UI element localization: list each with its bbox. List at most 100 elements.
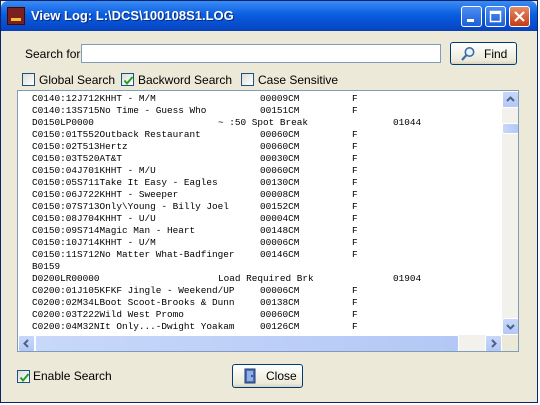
log-row-length: 00060CM (260, 309, 300, 320)
log-row-entry: D0200LR00000 (32, 273, 100, 284)
chevron-left-icon (23, 339, 29, 348)
chevron-down-icon (506, 324, 515, 330)
global-search-checkbox[interactable] (22, 73, 35, 86)
log-row-length: 00130CM (260, 177, 300, 188)
log-row-flag: F (352, 165, 358, 176)
log-row-flag: F (352, 177, 358, 188)
log-row-flag: F (352, 129, 358, 140)
log-row-flag: F (352, 153, 358, 164)
scroll-right-button[interactable] (485, 335, 502, 351)
log-row-entry: C0140:13S715No Time - Guess Who (32, 105, 207, 116)
search-label: Search for: (25, 47, 84, 61)
log-row-flag: F (352, 189, 358, 200)
log-row-entry: C0200:03T222Wild West Promo (32, 309, 184, 320)
log-row-entry: C0150:01T552Outback Restaurant (32, 129, 201, 140)
log-row-flag: F (352, 201, 358, 212)
window-title: View Log: L:\DCS\100108S1.LOG (31, 8, 234, 23)
scroll-down-button[interactable] (502, 318, 518, 335)
log-row-length: 00151CM (260, 105, 300, 116)
log-row-entry: C0150:07S713Only\Young - Billy Joel (32, 201, 229, 212)
horizontal-scroll-thumb[interactable] (35, 335, 459, 351)
log-list[interactable]: C0140:12J712KHHT - M/M 00009CM F C0140:13S7… (17, 90, 519, 352)
log-row-entry: D0150LP0000 (32, 117, 94, 128)
log-row-flag: F (352, 141, 358, 152)
log-row-entry: C0150:05S711Take It Easy - Eagles (32, 177, 218, 188)
global-search-label: Global Search (39, 73, 116, 87)
enable-search-label: Enable Search (33, 369, 112, 383)
log-row-entry: C0150:08J704KHHT - U/U (32, 213, 156, 224)
checkmark-icon (19, 373, 30, 383)
scroll-up-button[interactable] (502, 91, 518, 108)
log-row-extra: 01904 (393, 273, 422, 284)
log-row-length: 00030CM (260, 153, 300, 164)
log-row-length: ~ :50 Spot Break (218, 117, 309, 128)
log-row-length: 00152CM (260, 201, 300, 212)
find-button-label: Find (484, 47, 508, 61)
vertical-scroll-thumb[interactable] (502, 123, 518, 134)
close-window-button[interactable] (509, 6, 530, 27)
magnifier-icon (461, 47, 475, 61)
log-row-flag: F (352, 249, 358, 260)
horizontal-scrollbar[interactable] (18, 335, 502, 351)
title-bar[interactable]: View Log: L:\DCS\100108S1.LOG (1, 1, 537, 31)
log-row-length: 00148CM (260, 225, 300, 236)
log-row-flag: F (352, 225, 358, 236)
maximize-button[interactable] (485, 6, 506, 27)
log-row-length: Load Required Brk (218, 273, 314, 284)
log-row-entry: C0150:11S712No Matter What-Badfinger (32, 249, 235, 260)
log-row-flag: F (352, 105, 358, 116)
log-row-entry: C0150:06J722KHHT - Sweeper (32, 189, 179, 200)
minimize-button[interactable] (461, 6, 482, 27)
door-icon (244, 368, 256, 384)
enable-search-checkbox[interactable] (17, 370, 30, 383)
minimize-icon (467, 19, 474, 22)
log-row-flag: F (352, 297, 358, 308)
log-row-length: 00060CM (260, 141, 300, 152)
log-row-entry: C0150:02T513Hertz (32, 141, 128, 152)
app-icon (7, 7, 25, 25)
close-button-label: Close (266, 369, 297, 383)
case-sensitive-checkbox[interactable] (241, 73, 254, 86)
backword-search-checkbox[interactable] (121, 73, 134, 86)
log-row-flag: F (352, 237, 358, 248)
log-row-flag: F (352, 93, 358, 104)
view-log-window: View Log: L:\DCS\100108S1.LOG Search for… (0, 0, 538, 403)
log-row-entry: C0200:02M34LBoot Scoot-Brooks & Dunn (32, 297, 235, 308)
log-row-entry: C0200:04M32NIt Only...-Dwight Yoakam (32, 321, 235, 332)
log-row-flag: F (352, 321, 358, 332)
log-row-length: 00009CM (260, 93, 300, 104)
scroll-left-button[interactable] (18, 335, 35, 351)
log-row-length: 00126CM (260, 321, 300, 332)
chevron-right-icon (491, 339, 497, 348)
log-row-flag: F (352, 309, 358, 320)
log-row-extra: 01044 (393, 117, 422, 128)
log-row-entry: C0140:12J712KHHT - M/M (32, 93, 156, 104)
maximize-icon (489, 10, 502, 23)
log-row-entry: C0150:04J701KHHT - M/U (32, 165, 156, 176)
log-row-length: 00060CM (260, 165, 300, 176)
case-sensitive-label: Case Sensitive (258, 73, 339, 87)
scrollbar-corner (502, 335, 518, 351)
log-row-entry: B0159 (32, 261, 61, 272)
chevron-up-icon (506, 96, 515, 102)
log-row-length: 00060CM (260, 129, 300, 140)
log-row-length: 00006CM (260, 237, 300, 248)
log-row-entry: C0150:10J714KHHT - U/M (32, 237, 156, 248)
log-row-length: 00006CM (260, 285, 300, 296)
log-row-entry: C0150:09S714Magic Man - Heart (32, 225, 196, 236)
find-button[interactable]: Find (450, 42, 517, 65)
vertical-scrollbar[interactable] (502, 91, 518, 335)
search-input[interactable] (81, 44, 441, 63)
log-row-length: 00138CM (260, 297, 300, 308)
log-rows: C0140:12J712KHHT - M/M 00009CM F C0140:13S7… (18, 91, 502, 335)
close-icon (514, 11, 525, 22)
checkmark-icon (123, 76, 134, 86)
log-row-entry: C0150:03T520AT&T (32, 153, 123, 164)
close-button[interactable]: Close (232, 364, 303, 388)
log-row-length: 00146CM (260, 249, 300, 260)
log-row-flag: F (352, 285, 358, 296)
log-row-length: 00008CM (260, 189, 300, 200)
log-row-length: 00004CM (260, 213, 300, 224)
backword-search-label: Backword Search (138, 73, 233, 87)
log-row-flag: F (352, 213, 358, 224)
